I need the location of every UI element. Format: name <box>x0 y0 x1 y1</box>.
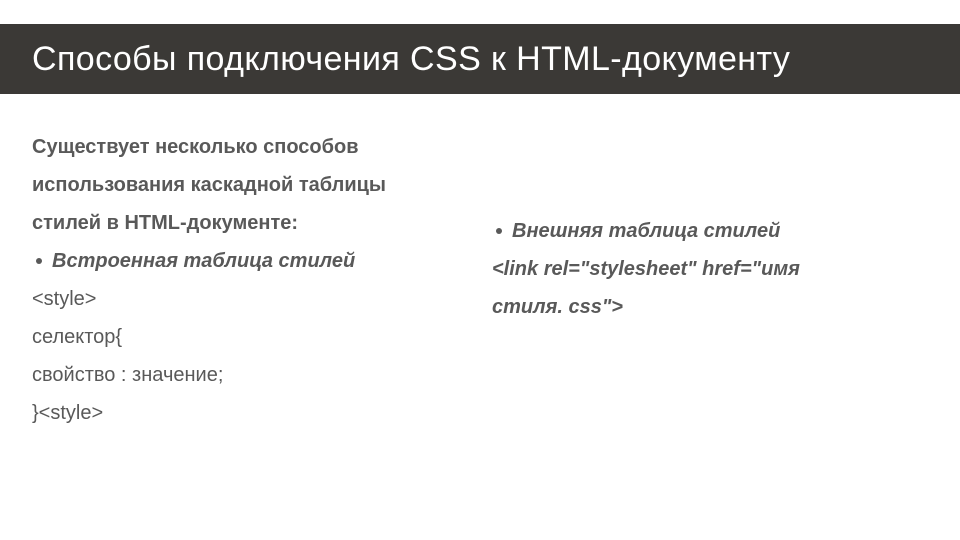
intro-line-3: стилей в HTML-документе: <box>32 204 472 242</box>
intro-line-1: Существует несколько способов <box>32 128 472 166</box>
bullet-dot-icon <box>36 258 42 264</box>
code-close: }<style> <box>32 394 472 432</box>
slide-title: Способы подключения CSS к HTML-документу <box>32 40 790 79</box>
left-column: Существует несколько способов использова… <box>32 128 472 432</box>
bullet-inline-style: Встроенная таблица стилей <box>32 242 472 280</box>
content-area: Существует несколько способов использова… <box>32 128 932 432</box>
bullet-external-style: Внешняя таблица стилей <box>492 212 932 250</box>
link-code-line-2: стиля. css"> <box>492 288 932 326</box>
right-column: Внешняя таблица стилей <link rel="styles… <box>492 128 932 432</box>
code-property: свойство : значение; <box>32 356 472 394</box>
link-code-line-1: <link rel="stylesheet" href="имя <box>492 250 932 288</box>
title-bar: Способы подключения CSS к HTML-документу <box>0 24 960 94</box>
code-selector-open: селектор{ <box>32 318 472 356</box>
bullet-inline-label: Встроенная таблица стилей <box>52 242 355 280</box>
bullet-dot-icon <box>496 228 502 234</box>
bullet-external-label: Внешняя таблица стилей <box>512 212 780 250</box>
code-open-tag: <style> <box>32 280 472 318</box>
intro-line-2: использования каскадной таблицы <box>32 166 472 204</box>
